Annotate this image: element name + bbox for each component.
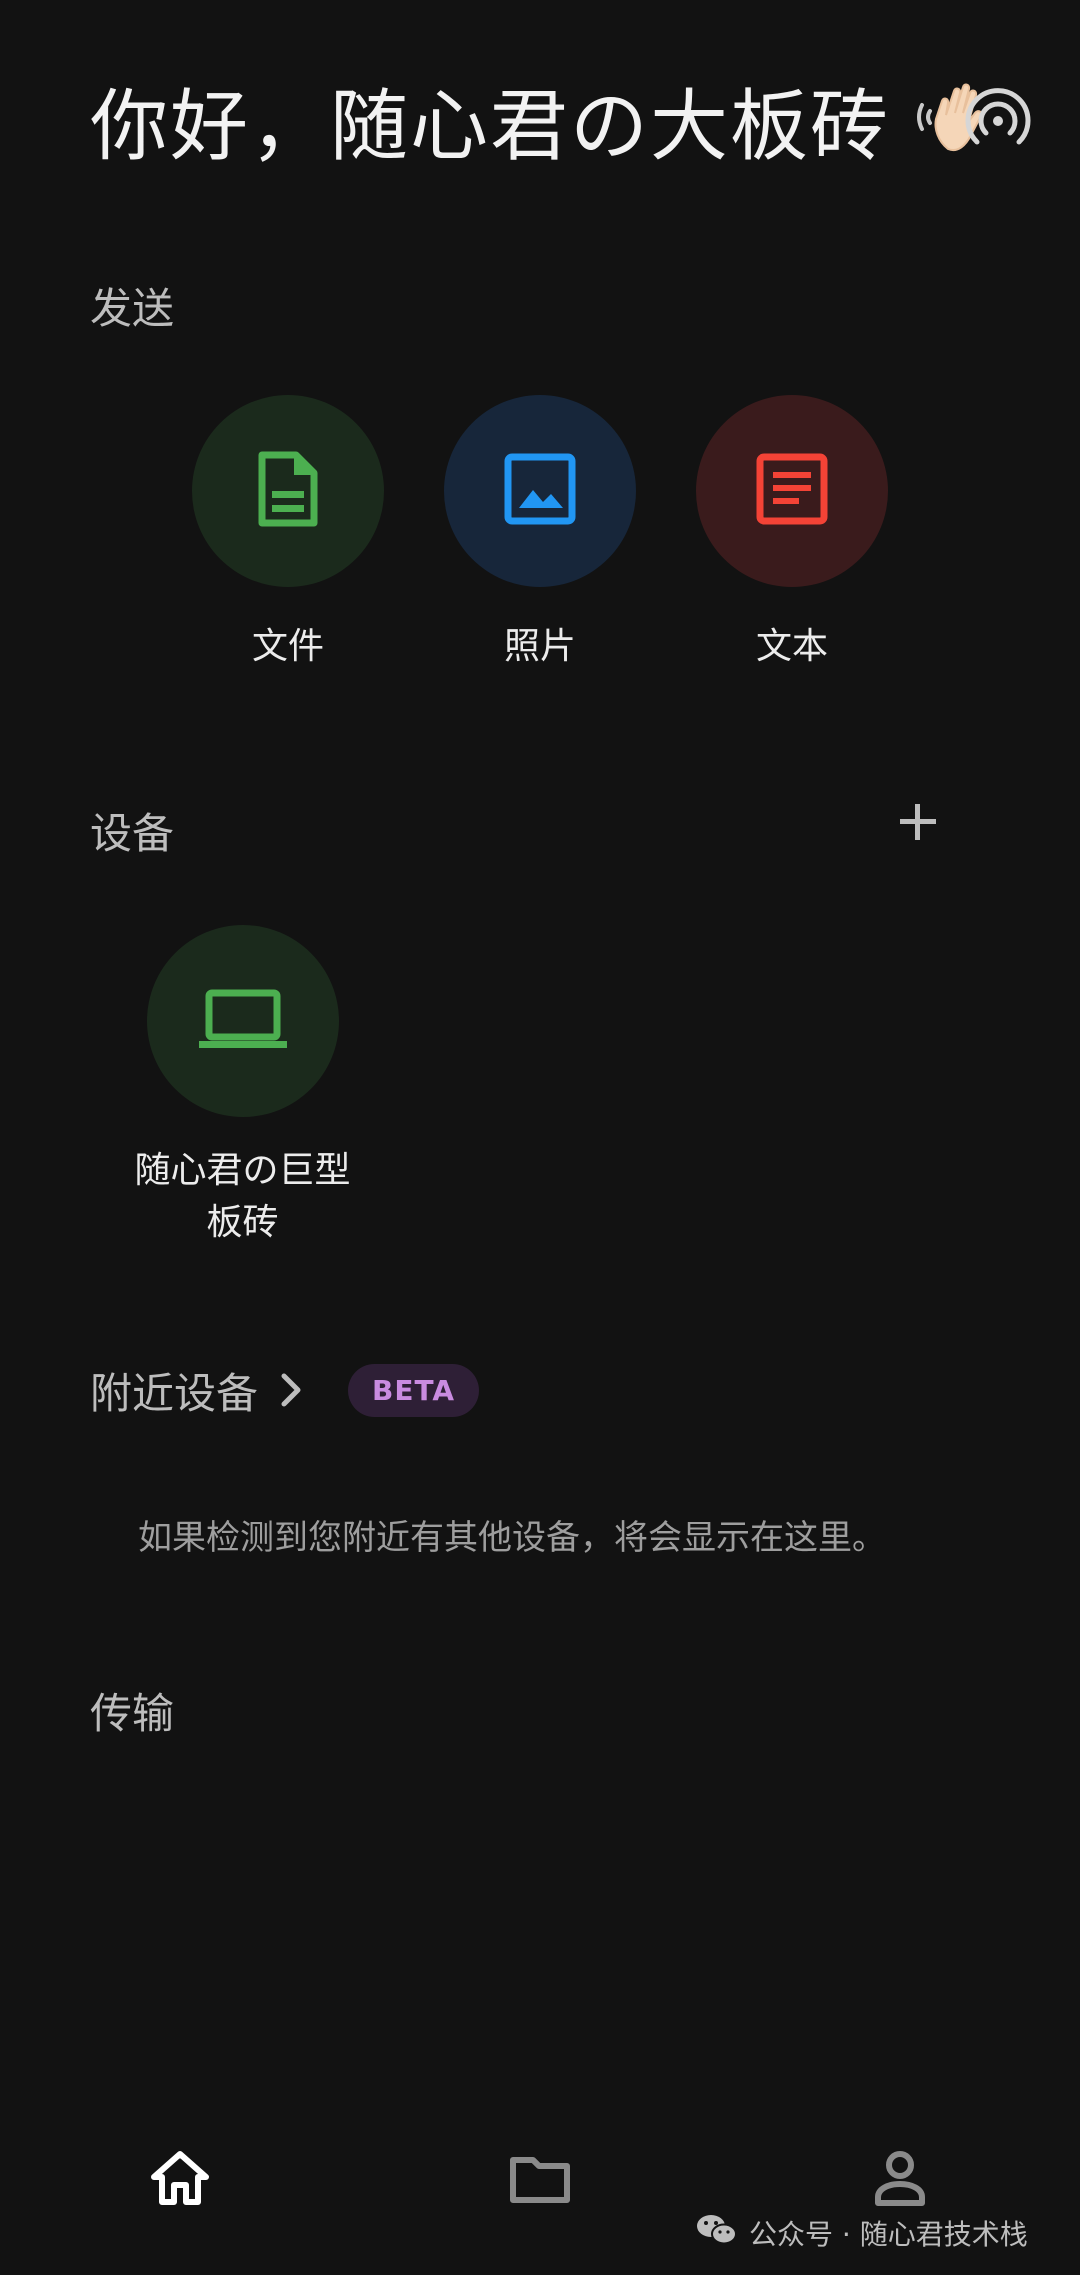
- folder-icon: [509, 2152, 571, 2208]
- beta-badge: BETA: [348, 1363, 480, 1417]
- chevron-right-icon[interactable]: [272, 1370, 312, 1410]
- send-file-button[interactable]: 文件: [188, 395, 388, 669]
- send-text-button[interactable]: 文本: [692, 395, 892, 669]
- send-photo-label: 照片: [503, 626, 576, 667]
- person-icon: [872, 2149, 928, 2211]
- device-card[interactable]: 随心君の巨型 板砖: [120, 925, 365, 1249]
- device-label: 随心君の巨型 板砖: [120, 1145, 365, 1249]
- laptop-icon: [197, 987, 289, 1055]
- greeting-header: 你好，随心君の大板砖: [90, 70, 1034, 172]
- watermark: 公众号 · 随心君技术栈: [695, 2203, 1028, 2263]
- plus-icon[interactable]: [896, 800, 940, 844]
- wechat-icon: [695, 2212, 739, 2255]
- watermark-text: 公众号 · 随心君技术栈: [749, 2218, 1028, 2251]
- text-icon: [755, 452, 829, 530]
- nearby-devices-header[interactable]: 附近设备 BETA: [90, 1355, 480, 1425]
- nearby-empty-hint: 如果检测到您附近有其他设备，将会显示在这里。: [138, 1518, 886, 1558]
- send-photo-circle[interactable]: [444, 395, 636, 587]
- send-text-label: 文本: [755, 626, 828, 667]
- nav-home-button[interactable]: [145, 2145, 215, 2215]
- send-photo-button[interactable]: 照片: [440, 395, 640, 669]
- nearby-devices-title[interactable]: 附近设备: [90, 1360, 258, 1421]
- greeting-text: 你好，随心君の大板砖: [90, 82, 891, 172]
- nav-files-button[interactable]: [505, 2145, 575, 2215]
- device-label-line2: 板砖: [206, 1202, 279, 1243]
- home-screen: 你好，随心君の大板砖 发送 文件 照片 文本 设备 随心君の巨型 板砖 附近设备…: [0, 0, 1080, 2275]
- send-options: 文件 照片 文本: [0, 395, 1080, 675]
- device-label-line1: 随心君の巨型: [134, 1150, 351, 1191]
- send-section-title: 发送: [90, 284, 175, 333]
- transfer-section-title: 传输: [90, 1689, 175, 1738]
- image-icon: [503, 452, 577, 530]
- devices-section-title: 设备: [90, 809, 175, 858]
- send-file-circle[interactable]: [192, 395, 384, 587]
- send-file-label: 文件: [251, 626, 324, 667]
- home-icon: [149, 2149, 211, 2211]
- device-circle[interactable]: [146, 925, 339, 1117]
- waving-hand-icon: [914, 75, 1034, 165]
- file-icon: [256, 451, 320, 531]
- send-text-circle[interactable]: [696, 395, 888, 587]
